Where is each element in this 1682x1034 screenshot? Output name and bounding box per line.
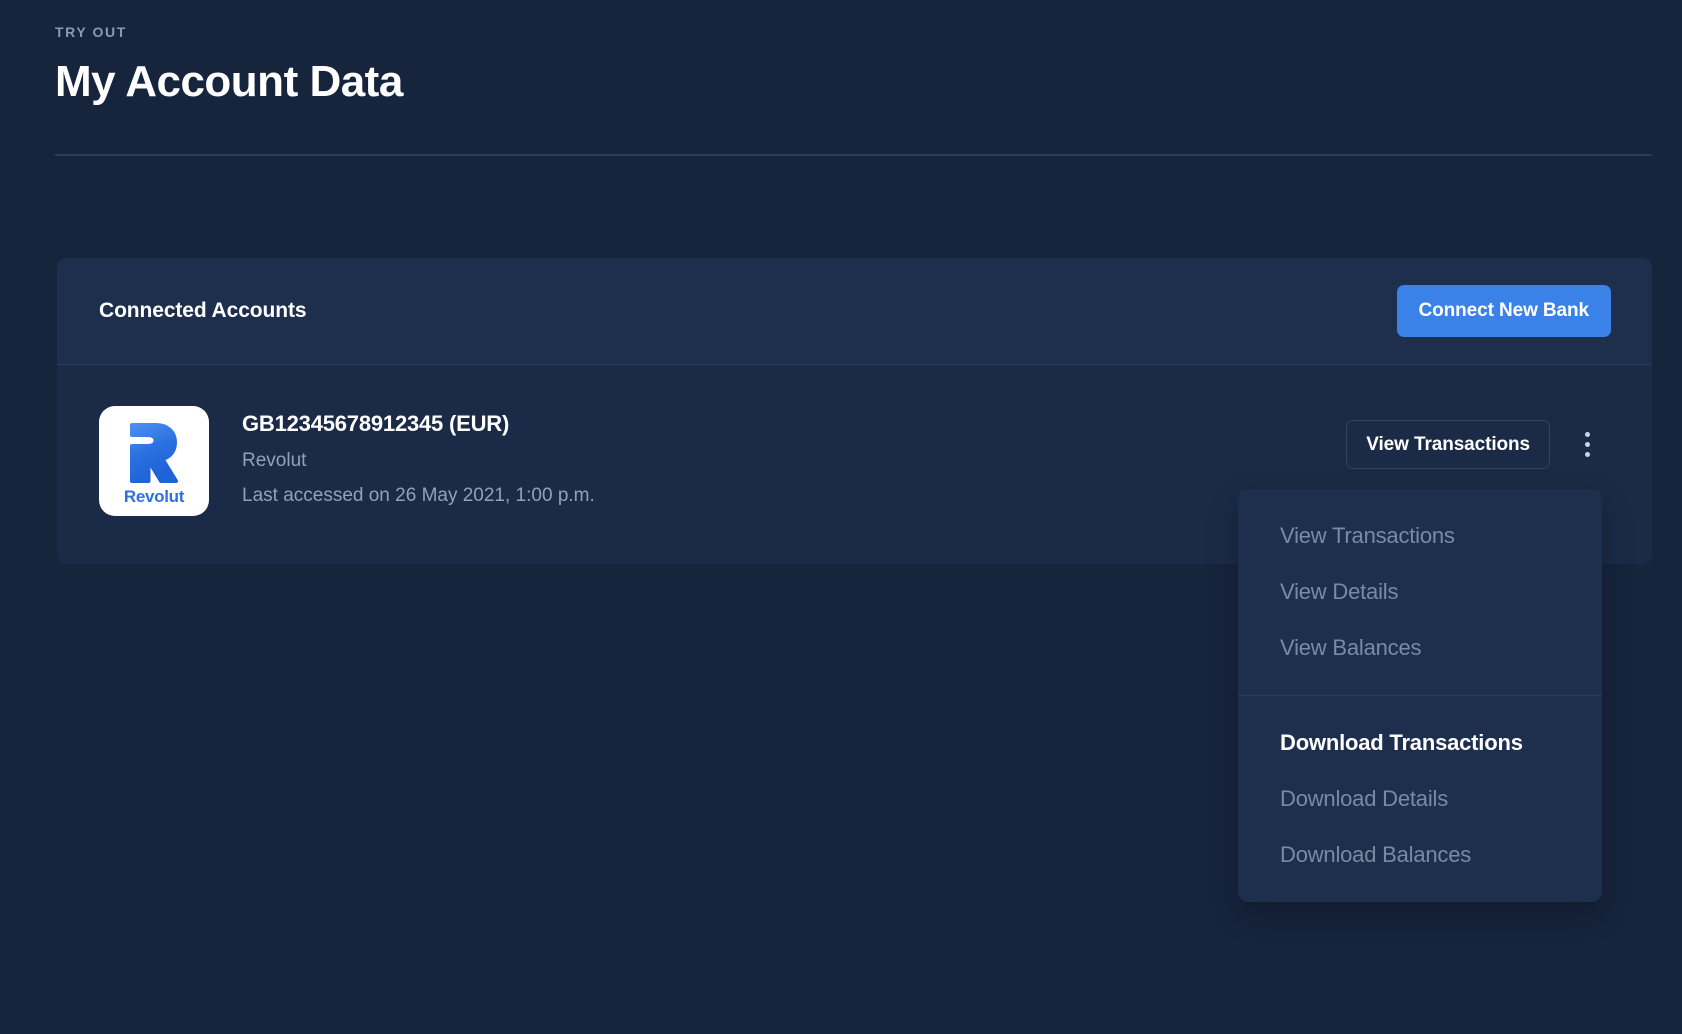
page-title: My Account Data xyxy=(55,57,403,106)
kebab-dot xyxy=(1584,452,1590,457)
revolut-logo-icon: Revolut xyxy=(99,406,209,516)
menu-item-download-balances[interactable]: Download Balances xyxy=(1238,827,1602,883)
account-details: GB12345678912345 (EUR) Revolut Last acce… xyxy=(242,406,1346,509)
eyebrow-label: TRY OUT xyxy=(55,24,127,40)
menu-item-view-balances[interactable]: View Balances xyxy=(1238,620,1602,676)
page-header: TRY OUT My Account Data xyxy=(55,22,1652,108)
account-actions-dropdown: View Transactions View Details View Bala… xyxy=(1238,489,1602,902)
connect-new-bank-button[interactable]: Connect New Bank xyxy=(1396,285,1611,337)
more-vertical-icon[interactable] xyxy=(1564,422,1610,468)
kebab-dot xyxy=(1584,432,1590,437)
menu-divider xyxy=(1238,695,1602,696)
menu-group-download: Download Transactions Download Details D… xyxy=(1238,715,1602,883)
view-transactions-button[interactable]: View Transactions xyxy=(1346,420,1550,469)
card-title: Connected Accounts xyxy=(99,299,307,322)
menu-item-view-transactions[interactable]: View Transactions xyxy=(1238,508,1602,564)
account-row-actions: View Transactions xyxy=(1346,406,1610,469)
menu-group-view: View Transactions View Details View Bala… xyxy=(1238,508,1602,676)
header-divider xyxy=(55,154,1652,156)
menu-item-download-details[interactable]: Download Details xyxy=(1238,771,1602,827)
app-page: TRY OUT My Account Data Connected Accoun… xyxy=(0,0,1682,1034)
account-provider: Revolut xyxy=(242,450,307,471)
revolut-wordmark: Revolut xyxy=(123,486,185,506)
account-last-accessed: Last accessed on 26 May 2021, 1:00 p.m. xyxy=(242,485,595,506)
account-iban: GB12345678912345 (EUR) xyxy=(242,411,510,436)
card-header: Connected Accounts Connect New Bank xyxy=(57,258,1652,365)
menu-item-download-transactions[interactable]: Download Transactions xyxy=(1238,715,1602,771)
menu-item-view-details[interactable]: View Details xyxy=(1238,564,1602,620)
kebab-dot xyxy=(1584,442,1590,447)
